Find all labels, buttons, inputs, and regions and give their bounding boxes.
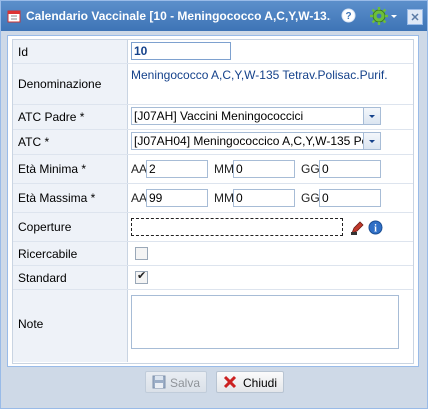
row-atc: ATC * [J07AH04] Meningococcico A,C,Y,W-1… — [13, 130, 413, 155]
eta-minima-mm-field[interactable]: 0 — [233, 160, 295, 178]
note-label: Note — [18, 317, 44, 331]
note-textarea[interactable] — [131, 295, 399, 349]
eta-massima-mm-label: MM — [214, 191, 234, 205]
coperture-label: Coperture — [18, 220, 72, 234]
eta-minima-aa-label: AA — [131, 162, 148, 176]
id-label: Id — [18, 45, 29, 59]
close-icon — [223, 375, 237, 389]
gear-icon[interactable] — [369, 6, 399, 26]
calendar-icon — [7, 10, 21, 23]
title-bar[interactable]: Calendario Vaccinale [10 - Meningococco … — [1, 1, 427, 31]
svg-text:?: ? — [345, 11, 351, 22]
svg-text:i: i — [374, 224, 377, 235]
eta-minima-label: Età Minima * — [18, 162, 87, 176]
eta-massima-gg-field[interactable]: 0 — [319, 189, 381, 207]
eta-minima-mm-label: MM — [214, 162, 234, 176]
eta-massima-aa-label: AA — [131, 191, 148, 205]
row-standard: Standard — [13, 266, 413, 290]
atc-value: [J07AH04] Meningococcico A,C,Y,W-135 Po — [134, 134, 369, 148]
row-atc-padre: ATC Padre * [J07AH] Vaccini Meningococci… — [13, 105, 413, 130]
ricercabile-checkbox[interactable] — [135, 247, 148, 260]
form-grid: Id 10 Denominazione Meningococco A,C,Y,W… — [12, 39, 414, 364]
standard-checkbox[interactable] — [135, 269, 148, 284]
edit-icon[interactable] — [349, 220, 365, 236]
id-field[interactable]: 10 — [131, 42, 231, 60]
row-id: Id 10 — [13, 40, 413, 64]
atc-padre-value: [J07AH] Vaccini Meningococcici — [134, 109, 304, 123]
info-icon[interactable]: i — [368, 220, 383, 235]
row-denominazione: Denominazione Meningococco A,C,Y,W-135 T… — [13, 64, 413, 105]
atc-label: ATC * — [18, 135, 50, 149]
close-window-button[interactable] — [407, 9, 423, 25]
eta-minima-gg-field[interactable]: 0 — [319, 160, 381, 178]
eta-massima-mm-field[interactable]: 0 — [233, 189, 295, 207]
save-label: Salva — [170, 376, 201, 390]
help-icon[interactable]: ? — [341, 8, 356, 23]
row-ricercabile: Ricercabile — [13, 242, 413, 266]
atc-padre-combo[interactable]: [J07AH] Vaccini Meningococcici — [131, 107, 381, 125]
close-label: Chiudi — [243, 376, 278, 390]
chevron-down-icon — [369, 140, 375, 143]
eta-massima-gg-label: GG — [301, 191, 320, 205]
denominazione-label: Denominazione — [18, 77, 102, 91]
row-note: Note — [13, 290, 413, 362]
coperture-field[interactable] — [131, 218, 343, 236]
save-button[interactable]: Salva — [145, 371, 207, 393]
chevron-down-icon — [369, 115, 375, 118]
atc-combo[interactable]: [J07AH04] Meningococcico A,C,Y,W-135 Po — [131, 132, 381, 150]
eta-minima-gg-label: GG — [301, 162, 320, 176]
row-eta-minima: Età Minima * AA 2 MM 0 GG 0 — [13, 155, 413, 184]
atc-dropdown-button[interactable] — [363, 133, 380, 149]
eta-massima-label: Età Massima * — [18, 191, 96, 205]
atc-padre-dropdown-button[interactable] — [363, 108, 380, 124]
ricercabile-label: Ricercabile — [18, 247, 78, 261]
close-button[interactable]: Chiudi — [216, 371, 284, 393]
button-bar: Salva Chiudi — [7, 367, 417, 401]
atc-padre-label: ATC Padre * — [18, 110, 85, 124]
eta-massima-aa-field[interactable]: 99 — [146, 189, 208, 207]
eta-minima-aa-field[interactable]: 2 — [146, 160, 208, 178]
dialog-window: Calendario Vaccinale [10 - Meningococco … — [0, 0, 428, 409]
standard-label: Standard — [18, 271, 67, 285]
denominazione-value: Meningococco A,C,Y,W-135 Tetrav.Polisac.… — [131, 68, 388, 82]
form-panel: Id 10 Denominazione Meningococco A,C,Y,W… — [7, 35, 419, 367]
close-icon — [411, 13, 419, 21]
floppy-disk-icon — [152, 375, 166, 389]
row-coperture: Coperture i — [13, 213, 413, 242]
row-eta-massima: Età Massima * AA 99 MM 0 GG 0 — [13, 184, 413, 213]
window-title: Calendario Vaccinale [10 - Meningococco … — [26, 9, 331, 23]
